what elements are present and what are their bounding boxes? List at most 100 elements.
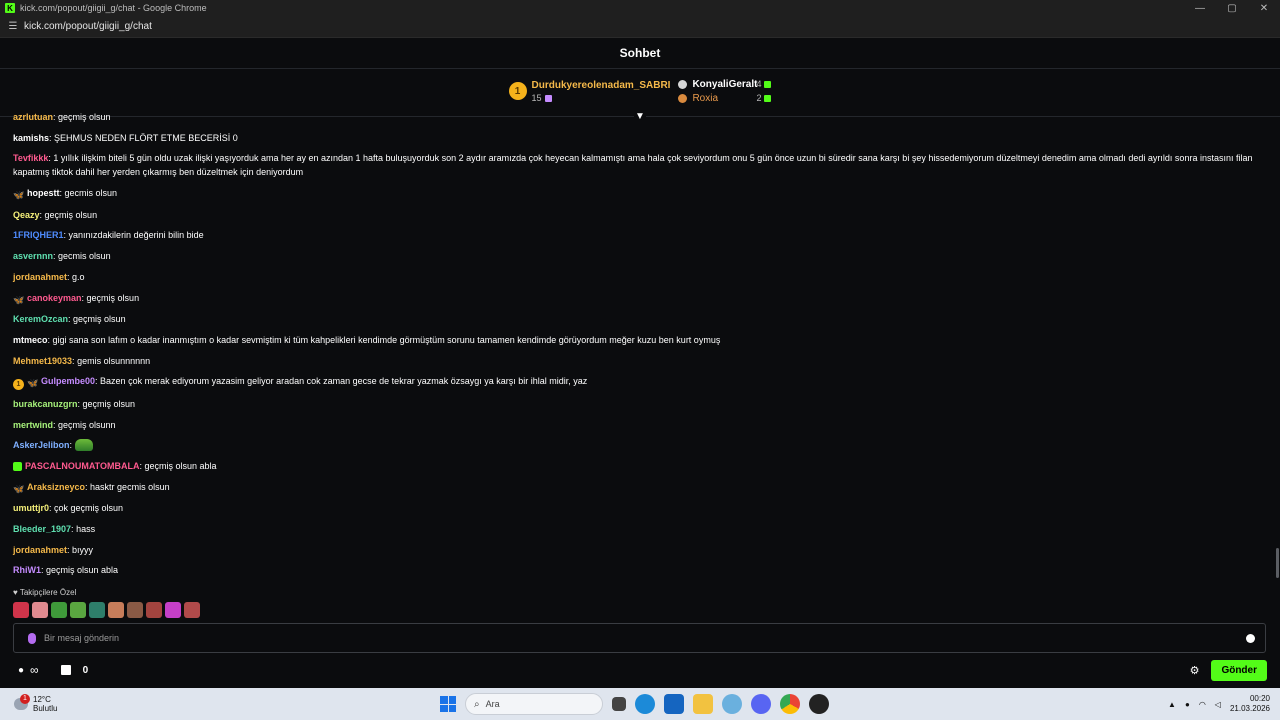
app-root: K kick.com/popout/giigii_g/chat - Google… (0, 0, 1280, 720)
clock-date: 21.03.2026 (1229, 704, 1270, 713)
url-text[interactable]: kick.com/popout/giigii_g/chat (24, 21, 152, 32)
message-username[interactable]: Mehmet19033 (13, 356, 72, 366)
minimize-button[interactable]: — (1184, 3, 1216, 14)
message-text: geçmiş olsun (44, 209, 98, 220)
chat-scrollbar[interactable] (1276, 548, 1279, 578)
site-info-icon[interactable]: ☰ (6, 21, 20, 32)
task-view-icon[interactable] (612, 697, 626, 711)
gift-icon (764, 94, 772, 102)
message-username[interactable]: azrlutuan (13, 112, 53, 122)
chat-message: mtmeco: gigi sana son lafım o kadar inan… (13, 333, 1259, 347)
message-text: gecmis olsun (58, 251, 111, 262)
emote-icon[interactable] (184, 602, 200, 618)
footer-right: ⚙ Gönder (1190, 659, 1267, 681)
volume-icon[interactable]: ◁ (1215, 700, 1221, 709)
clock[interactable]: 00:20 21.03.2026 (1230, 694, 1270, 714)
message-username[interactable]: Bleeder_1907 (13, 524, 71, 534)
kick-logo-icon: K (5, 3, 15, 13)
store-app-icon[interactable] (664, 694, 684, 714)
message-text: yanınızdakilerin değerini bilin bide (68, 230, 204, 241)
file-explorer-icon[interactable] (693, 694, 713, 714)
discord-icon[interactable] (751, 694, 771, 714)
emoji-picker-icon[interactable] (1246, 633, 1255, 643)
message-username[interactable]: Qeazy (13, 210, 40, 220)
message-input[interactable] (44, 633, 1246, 643)
message-username[interactable]: canokeyman (27, 293, 82, 303)
message-username[interactable]: RhiW1 (13, 565, 41, 575)
message-username[interactable]: jordanahmet (13, 545, 67, 555)
follower-emotes-row (13, 602, 200, 618)
emote-icon[interactable] (70, 602, 86, 618)
emote-icon[interactable] (32, 602, 48, 618)
leaderboard-third-name: Roxia (692, 92, 719, 104)
gear-icon[interactable]: ⚙ (1190, 664, 1200, 677)
message-username[interactable]: jordanahmet (13, 272, 67, 282)
emote-icon[interactable] (13, 602, 29, 618)
message-input-box[interactable] (13, 623, 1266, 653)
chat-message: KeremOzcan: geçmiş olsun (13, 312, 1259, 326)
emote-icon[interactable] (146, 602, 162, 618)
leaderboard-first[interactable]: 1 Durdukyereolenadam_SABRI 15 (508, 79, 671, 103)
gift-icon (544, 94, 552, 102)
window-titlebar: K kick.com/popout/giigii_g/chat - Google… (0, 0, 1280, 16)
leaderboard-second[interactable]: KonyaliGeralt 4 (678, 78, 772, 90)
message-username[interactable]: hopestt (27, 188, 60, 198)
address-bar[interactable]: ☰ kick.com/popout/giigii_g/chat (0, 16, 1280, 38)
message-username[interactable]: mtmeco (13, 335, 48, 345)
leaderboard-second-name: KonyaliGeralt (692, 78, 758, 90)
search-icon: ⌕ (474, 698, 480, 710)
taskbar-search[interactable]: ⌕ Ara (465, 693, 603, 715)
chat-messages[interactable]: azrlutuan: geçmiş olsun kamishs: ŞEHMUS N… (0, 110, 1272, 575)
microphone-tray-icon[interactable]: ● (1185, 700, 1190, 709)
emote-icon[interactable] (108, 602, 124, 618)
channel-points-icon[interactable]: ● (18, 665, 24, 676)
message-username[interactable]: PASCALNOUMATOMBALA (25, 461, 140, 471)
chat-message: mertwind: geçmiş olsunn (13, 418, 1259, 432)
emote-icon[interactable] (89, 602, 105, 618)
chat-message: umuttjr0: çok geçmiş olsun (13, 501, 1259, 515)
message-text: geçmiş olsun (73, 314, 126, 325)
leaderboard-third[interactable]: Roxia 2 (678, 92, 772, 104)
search-placeholder: Ara (485, 699, 500, 709)
leaderboard-second-count: 4 (756, 79, 762, 89)
message-text: geçmiş olsun abla (46, 565, 119, 575)
message-username[interactable]: burakcanuzgrn (13, 399, 78, 409)
chat-message: Tevfikkk: 1 yıllık ilişkim biteli 5 gün … (13, 151, 1259, 179)
maximize-button[interactable]: ▢ (1216, 3, 1248, 14)
chat-header: Sohbet (0, 38, 1280, 69)
chevron-up-icon[interactable]: ▲ (1168, 700, 1176, 709)
message-username[interactable]: Araksizneyco (27, 482, 85, 492)
microphone-icon[interactable] (28, 632, 36, 644)
message-separator: : (69, 440, 75, 451)
windows-taskbar: 1 12°C Bulutlu ⌕ Ara ▲ ● ◠ ◁ 00:20 21.03… (0, 688, 1280, 720)
message-username[interactable]: 1FRIQHER1 (13, 230, 64, 240)
emote-icon[interactable] (127, 602, 143, 618)
edge-icon[interactable] (635, 694, 655, 714)
message-username[interactable]: mertwind (13, 420, 53, 430)
send-button[interactable]: Gönder (1211, 659, 1267, 681)
obs-icon[interactable] (809, 694, 829, 714)
gold-medal-icon: 1 (508, 82, 527, 100)
emote-icon[interactable] (51, 602, 67, 618)
leaderboard-first-name: Durdukyereolenadam_SABRI (531, 79, 671, 91)
message-username[interactable]: asvernnn (13, 251, 53, 261)
emote-icon[interactable] (165, 602, 181, 618)
message-text: hass (76, 524, 96, 535)
message-username[interactable]: kamishs (13, 133, 49, 143)
windows-start-icon[interactable] (440, 696, 456, 712)
chat-message: 🦋 canokeyman: geçmiş olsun (13, 291, 1259, 306)
message-username[interactable]: umuttjr0 (13, 503, 49, 513)
weather-widget[interactable]: 1 12°C Bulutlu (14, 694, 57, 713)
wifi-icon[interactable]: ◠ (1199, 700, 1206, 709)
close-button[interactable]: ✕ (1248, 3, 1280, 14)
message-username[interactable]: KeremOzcan (13, 314, 68, 324)
store-icon[interactable] (60, 665, 71, 675)
chrome-icon[interactable] (780, 694, 800, 714)
network-app-icon[interactable] (722, 694, 742, 714)
frog-emote-icon (74, 439, 93, 452)
chat-message: jordanahmet: g.o (13, 270, 1259, 284)
message-username[interactable]: Tevfikkk (13, 153, 48, 163)
message-username[interactable]: AskerJelibon (13, 440, 70, 450)
infinity-icon[interactable]: ∞ (30, 663, 39, 677)
message-username[interactable]: Gulpembe00 (41, 376, 95, 386)
